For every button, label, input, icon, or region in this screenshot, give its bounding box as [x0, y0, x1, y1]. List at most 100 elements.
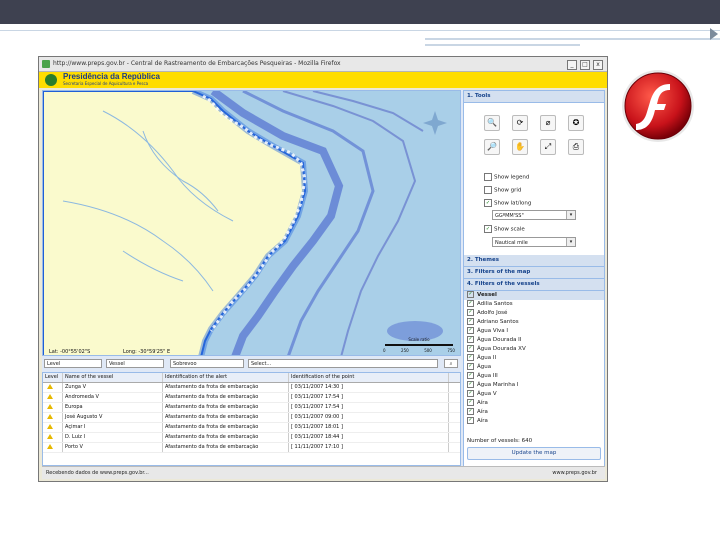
- warning-icon: [43, 403, 63, 412]
- refresh-icon[interactable]: ⟳: [512, 115, 528, 131]
- table-row[interactable]: Porto V Afastamento da frota de embarcaçã…: [43, 443, 460, 453]
- vessel-name: Adolfo José: [477, 310, 508, 316]
- checkbox-box[interactable]: [484, 186, 492, 194]
- checkmark-icon[interactable]: ✓: [467, 372, 474, 379]
- checkmark-icon[interactable]: ✓: [467, 300, 474, 307]
- vessel-list-header[interactable]: ✓ Vessel: [464, 291, 604, 300]
- checkmark-icon[interactable]: ✓: [467, 408, 474, 415]
- checkmark-icon[interactable]: ✓: [467, 327, 474, 334]
- checkmark-icon[interactable]: ✓: [467, 390, 474, 397]
- map-canvas[interactable]: [43, 91, 461, 356]
- flash-logo-icon: [622, 70, 694, 142]
- slide-decor-triangle: [710, 28, 718, 40]
- measure-icon[interactable]: ⌀: [540, 115, 556, 131]
- show-legend-checkbox[interactable]: Show legend: [484, 173, 529, 181]
- table-row[interactable]: Açimar I Afastamento da frota de embarcaç…: [43, 423, 460, 433]
- vessel-list[interactable]: ✓ Vessel ✓ Adilia Santos ✓ Adolfo José ✓ Adr…: [464, 291, 604, 437]
- list-item[interactable]: ✓ Adriano Santos: [464, 318, 604, 327]
- latlong-format-select[interactable]: GGºMM'SS" ▾: [492, 210, 576, 220]
- scale-tick: 500: [424, 348, 432, 353]
- show-latlong-checkbox[interactable]: ✓ Show lat/long: [484, 199, 531, 207]
- checkmark-icon[interactable]: ✓: [467, 354, 474, 361]
- slide-decor-line: [0, 30, 720, 31]
- minimize-button[interactable]: _: [567, 60, 577, 70]
- checkbox-box[interactable]: [484, 173, 492, 181]
- show-grid-checkbox[interactable]: Show grid: [484, 186, 521, 194]
- point-cell: [ 03/11/2007 18:44 ]: [289, 433, 449, 442]
- table-row[interactable]: Zunga V Afastamento da frota de embarcaçã…: [43, 383, 460, 393]
- checkmark-icon[interactable]: ✓: [467, 399, 474, 406]
- checkmark-icon[interactable]: ✓: [467, 318, 474, 325]
- vessel-cell: José Augusto V: [63, 413, 163, 422]
- table-row[interactable]: Europa Afastamento da frota de embarcação…: [43, 403, 460, 413]
- app-area: Lat: -00°55'02"S Long: -30°59'25" E Scal…: [42, 90, 605, 479]
- checkmark-icon[interactable]: ✓: [484, 225, 492, 233]
- table-row[interactable]: Andromeda V Afastamento da frota de embar…: [43, 393, 460, 403]
- vessel-filters-header[interactable]: 4. Filters of the vessels: [464, 279, 604, 291]
- list-item[interactable]: ✓ Água V: [464, 390, 604, 399]
- column-header-level[interactable]: Level: [43, 373, 63, 382]
- latlong-format-value: GGºMM'SS": [495, 213, 524, 219]
- tools-header[interactable]: 1. Tools: [464, 91, 604, 103]
- column-header-alert[interactable]: Identification of the alert: [163, 373, 289, 382]
- list-item[interactable]: ✓ Aíra: [464, 399, 604, 408]
- point-filter-select[interactable]: Select...: [248, 359, 438, 368]
- list-item[interactable]: ✓ Adolfo José: [464, 309, 604, 318]
- warning-icon: [43, 383, 63, 392]
- table-row[interactable]: D. Luiz I Afastamento da frota de embarca…: [43, 433, 460, 443]
- table-row[interactable]: José Augusto V Afastamento da frota de em…: [43, 413, 460, 423]
- vessel-name: Adriano Santos: [477, 319, 519, 325]
- alert-type-select[interactable]: Sobrevoo: [170, 359, 244, 368]
- show-scale-checkbox[interactable]: ✓ Show scale: [484, 225, 525, 233]
- themes-header[interactable]: 2. Themes: [464, 255, 604, 267]
- chevron-down-icon[interactable]: ▾: [566, 238, 575, 246]
- update-map-button[interactable]: Update the map: [467, 447, 601, 460]
- column-header-point[interactable]: Identification of the point: [289, 373, 449, 382]
- scale-label: Scale ratio: [408, 337, 430, 342]
- map-view[interactable]: Lat: -00°55'02"S Long: -30°59'25" E Scal…: [42, 90, 461, 356]
- scale-unit-select[interactable]: Nautical mile ▾: [492, 237, 576, 247]
- checkmark-icon[interactable]: ✓: [484, 199, 492, 207]
- list-item[interactable]: ✓ Água: [464, 363, 604, 372]
- search-icon[interactable]: ⌕: [444, 359, 458, 368]
- full-extent-icon[interactable]: ⤢: [540, 139, 556, 155]
- checkmark-icon[interactable]: ✓: [467, 291, 474, 298]
- list-item[interactable]: ✓ Aíra: [464, 417, 604, 426]
- checkmark-icon[interactable]: ✓: [467, 363, 474, 370]
- vessel-name: Água III: [477, 373, 498, 379]
- level-filter-select[interactable]: Level: [44, 359, 102, 368]
- map-filters-header[interactable]: 3. Filters of the map: [464, 267, 604, 279]
- checkmark-icon[interactable]: ✓: [467, 309, 474, 316]
- list-item[interactable]: ✓ Água Viva I: [464, 327, 604, 336]
- list-item[interactable]: ✓ Água II: [464, 354, 604, 363]
- vessel-column-label: Vessel: [477, 292, 497, 298]
- zoom-in-icon[interactable]: 🔍: [484, 115, 500, 131]
- print-icon[interactable]: ⎙: [568, 139, 584, 155]
- pan-hand-icon[interactable]: ✋: [512, 139, 528, 155]
- alert-cell: Afastamento da frota de embarcação: [163, 383, 289, 392]
- vessel-filter-input[interactable]: Vessel: [106, 359, 164, 368]
- list-item[interactable]: ✓ Água Dourada XV: [464, 345, 604, 354]
- checkmark-icon[interactable]: ✓: [467, 345, 474, 352]
- vessel-name: Adilia Santos: [477, 301, 513, 307]
- list-item[interactable]: ✓ Adilia Santos: [464, 300, 604, 309]
- checkmark-icon[interactable]: ✓: [467, 336, 474, 343]
- chevron-down-icon[interactable]: ▾: [566, 211, 575, 219]
- list-item[interactable]: ✓ Água Marinha I: [464, 381, 604, 390]
- maximize-button[interactable]: □: [580, 60, 590, 70]
- vessel-cell: Andromeda V: [63, 393, 163, 402]
- scale-tick: 0: [383, 348, 386, 353]
- column-header-vessel[interactable]: Name of the vessel: [63, 373, 163, 382]
- list-item[interactable]: ✓ Aíra: [464, 408, 604, 417]
- zoom-out-icon[interactable]: 🔎: [484, 139, 500, 155]
- checkmark-icon[interactable]: ✓: [467, 381, 474, 388]
- alert-cell: Afastamento da frota de embarcação: [163, 393, 289, 402]
- close-button[interactable]: x: [593, 60, 603, 70]
- show-scale-label: Show scale: [494, 226, 525, 233]
- checkmark-icon[interactable]: ✓: [467, 417, 474, 424]
- identify-icon[interactable]: ✪: [568, 115, 584, 131]
- alert-filter-bar: Level Vessel Sobrevoo Select... ⌕: [42, 358, 461, 370]
- list-item[interactable]: ✓ Água Dourada II: [464, 336, 604, 345]
- browser-window: http://www.preps.gov.br - Central de Ras…: [38, 56, 608, 482]
- list-item[interactable]: ✓ Água III: [464, 372, 604, 381]
